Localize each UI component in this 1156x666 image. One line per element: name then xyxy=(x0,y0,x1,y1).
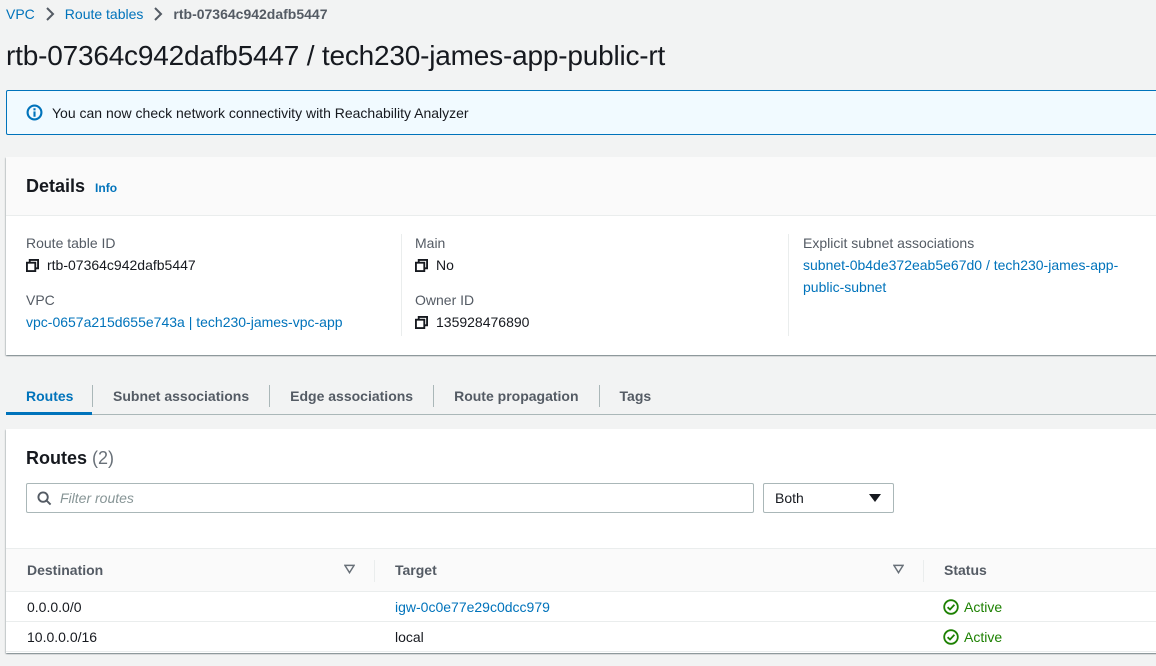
explicit-subnet-label: Explicit subnet associations xyxy=(803,235,975,251)
vpc-link[interactable]: vpc-0657a215d655e743a | tech230-james-vp… xyxy=(26,313,343,331)
column-divider xyxy=(788,234,789,336)
tab-routes[interactable]: Routes xyxy=(6,378,92,415)
route-type-select-value: Both xyxy=(775,490,804,506)
explicit-subnet-link[interactable]: subnet-0b4de372eab5e67d0 / tech230-james… xyxy=(803,254,1118,298)
chevron-right-icon xyxy=(153,7,163,21)
route-table-id-label: Route table ID xyxy=(26,235,116,251)
routes-table-header: Destination Target Status xyxy=(6,548,1156,592)
vpc-label: VPC xyxy=(26,292,55,308)
status-text: Active xyxy=(964,629,1003,645)
details-header: Details Info xyxy=(6,157,1156,216)
column-divider xyxy=(401,234,402,336)
route-table-id-value: rtb-07364c942dafb5447 xyxy=(47,257,196,273)
breadcrumb-vpc-link[interactable]: VPC xyxy=(6,6,35,22)
owner-id-label: Owner ID xyxy=(415,292,475,308)
route-table-id-value-row: rtb-07364c942dafb5447 xyxy=(26,256,343,274)
status-text: Active xyxy=(964,599,1003,615)
routes-panel: Routes (2) Both Destination Target Statu… xyxy=(6,429,1156,653)
details-panel: Details Info Route table ID rtb-07364c94… xyxy=(6,157,1156,355)
main-value-row: No xyxy=(415,256,529,274)
route-type-select[interactable]: Both xyxy=(763,483,894,513)
explicit-subnet-value-row: subnet-0b4de372eab5e67d0 / tech230-james… xyxy=(803,254,1118,298)
check-circle-icon xyxy=(943,599,959,615)
tab-edge-associations[interactable]: Edge associations xyxy=(270,378,433,414)
breadcrumb: VPC Route tables rtb-07364c942dafb5447 xyxy=(6,6,328,22)
explicit-subnet-link-line1: subnet-0b4de372eab5e67d0 / tech230-james… xyxy=(803,257,1119,273)
copy-icon[interactable] xyxy=(415,315,428,329)
details-body: Route table ID rtb-07364c942dafb5447 VPC… xyxy=(6,216,1156,355)
filter-routes-field[interactable] xyxy=(26,483,754,513)
column-header-status[interactable]: Status xyxy=(944,549,987,591)
sort-icon[interactable] xyxy=(893,564,904,574)
tab-route-propagation[interactable]: Route propagation xyxy=(434,378,598,414)
main-value: No xyxy=(436,257,454,273)
page-title: rtb-07364c942dafb5447 / tech230-james-ap… xyxy=(6,40,666,71)
column-separator xyxy=(374,560,375,582)
explicit-subnet-field: Explicit subnet associations subnet-0b4d… xyxy=(803,234,1118,298)
column-header-target[interactable]: Target xyxy=(395,549,437,591)
routes-title-text: Routes xyxy=(26,448,88,468)
tab-tags[interactable]: Tags xyxy=(600,378,672,414)
check-circle-icon xyxy=(943,629,959,645)
status-cell: Active xyxy=(943,622,1002,652)
status-badge: Active xyxy=(943,629,1002,645)
main-label: Main xyxy=(415,235,446,251)
destination-cell: 0.0.0.0/0 xyxy=(27,599,82,615)
route-table-id-field: Route table ID rtb-07364c942dafb5447 xyxy=(26,234,343,274)
column-header-destination[interactable]: Destination xyxy=(27,549,103,591)
routes-count: (2) xyxy=(92,448,115,468)
sort-icon[interactable] xyxy=(344,564,355,574)
details-column-3: Explicit subnet associations subnet-0b4d… xyxy=(803,234,1118,298)
caret-down-icon xyxy=(869,493,881,503)
target-igw-link[interactable]: igw-0c0e77e29c0dcc979 xyxy=(395,599,550,615)
details-column-1: Route table ID rtb-07364c942dafb5447 VPC… xyxy=(26,234,343,331)
table-row: 0.0.0.0/0 igw-0c0e77e29c0dcc979 Active xyxy=(6,592,1156,622)
status-badge: Active xyxy=(943,599,1002,615)
search-icon xyxy=(37,490,52,506)
info-link[interactable]: Info xyxy=(95,181,117,195)
vpc-value-row: vpc-0657a215d655e743a | tech230-james-vp… xyxy=(26,313,343,331)
breadcrumb-route-tables-link[interactable]: Route tables xyxy=(65,6,144,22)
details-column-2: Main No Owner ID 135928476890 xyxy=(415,234,529,331)
info-flashbar: You can now check network connectivity w… xyxy=(6,90,1156,135)
routes-table: Destination Target Status 0.0.0.0/0 igw-… xyxy=(6,548,1156,652)
table-row: 10.0.0.0/16 local Active xyxy=(6,622,1156,652)
explicit-subnet-link-line2: public-subnet xyxy=(803,279,887,295)
copy-icon[interactable] xyxy=(26,258,39,272)
filter-routes-input[interactable] xyxy=(60,490,700,506)
details-title: Details xyxy=(26,175,86,196)
routes-title: Routes (2) xyxy=(26,448,114,469)
vpc-field: VPC vpc-0657a215d655e743a | tech230-jame… xyxy=(26,291,343,331)
main-field: Main No xyxy=(415,234,529,274)
target-cell: igw-0c0e77e29c0dcc979 xyxy=(395,592,550,622)
copy-icon[interactable] xyxy=(415,258,428,272)
status-cell: Active xyxy=(943,592,1002,622)
owner-id-value: 135928476890 xyxy=(436,314,530,330)
column-separator xyxy=(923,560,924,582)
tab-subnet-associations[interactable]: Subnet associations xyxy=(93,378,269,414)
flash-message: You can now check network connectivity w… xyxy=(52,104,469,121)
info-circle-icon xyxy=(26,104,43,121)
owner-id-value-row: 135928476890 xyxy=(415,313,529,331)
owner-id-field: Owner ID 135928476890 xyxy=(415,291,529,331)
chevron-right-icon xyxy=(45,7,55,21)
target-cell: local xyxy=(395,629,424,645)
destination-cell: 10.0.0.0/16 xyxy=(27,629,98,645)
route-table-tabs: Routes Subnet associations Edge associat… xyxy=(6,378,1156,415)
breadcrumb-current: rtb-07364c942dafb5447 xyxy=(173,6,328,22)
